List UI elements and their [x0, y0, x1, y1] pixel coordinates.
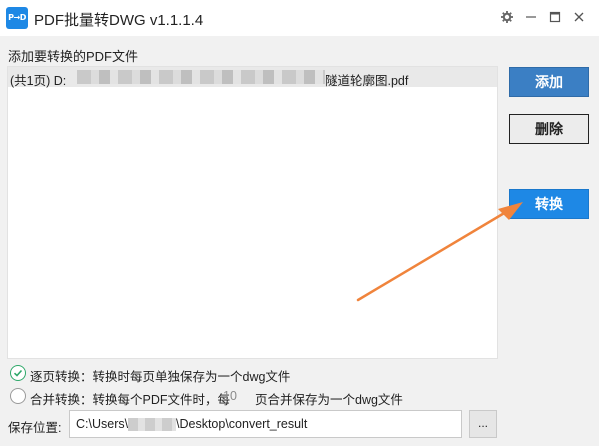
title-bar: P→D PDF批量转DWG v1.1.1.4 — [0, 0, 599, 36]
app-logo-icon: P→D — [6, 7, 28, 29]
file-page-count-path: (共1页) D: — [10, 74, 67, 88]
per-page-radio[interactable] — [10, 365, 26, 381]
save-location-label: 保存位置: — [8, 421, 62, 435]
window-title: PDF批量转DWG v1.1.1.4 — [34, 12, 204, 29]
save-path-end: \Desktop\convert_result — [176, 417, 308, 431]
merge-label-start: 合并转换：转换每个PDF文件时，每 — [30, 393, 231, 407]
convert-button[interactable]: 转换 — [509, 189, 589, 219]
merge-page-count-input[interactable]: 10 — [223, 389, 249, 403]
maximize-icon[interactable] — [542, 5, 568, 29]
delete-button[interactable]: 删除 — [509, 114, 589, 144]
settings-gear-icon[interactable] — [494, 5, 520, 29]
save-path-field[interactable]: C:\Users\ \Desktop\convert_result — [69, 410, 462, 438]
file-list-item[interactable]: (共1页) D: 隧道轮廓图.pdf — [8, 67, 497, 88]
redacted-path — [77, 70, 325, 84]
file-section-label: 添加要转换的PDF文件 — [8, 49, 139, 64]
add-button[interactable]: 添加 — [509, 67, 589, 97]
close-icon[interactable] — [566, 5, 592, 29]
redacted-username — [128, 418, 176, 431]
per-page-label: 逐页转换：转换时每页单独保存为一个dwg文件 — [30, 370, 291, 384]
file-name: 隧道轮廓图.pdf — [325, 74, 409, 88]
minimize-icon[interactable] — [518, 5, 544, 29]
file-list[interactable]: (共1页) D: 隧道轮廓图.pdf — [7, 66, 498, 359]
save-path-start: C:\Users\ — [76, 417, 129, 431]
browse-button[interactable]: ... — [469, 410, 497, 438]
merge-label-end: 页合并保存为一个dwg文件 — [255, 393, 403, 407]
merge-radio[interactable] — [10, 388, 26, 404]
